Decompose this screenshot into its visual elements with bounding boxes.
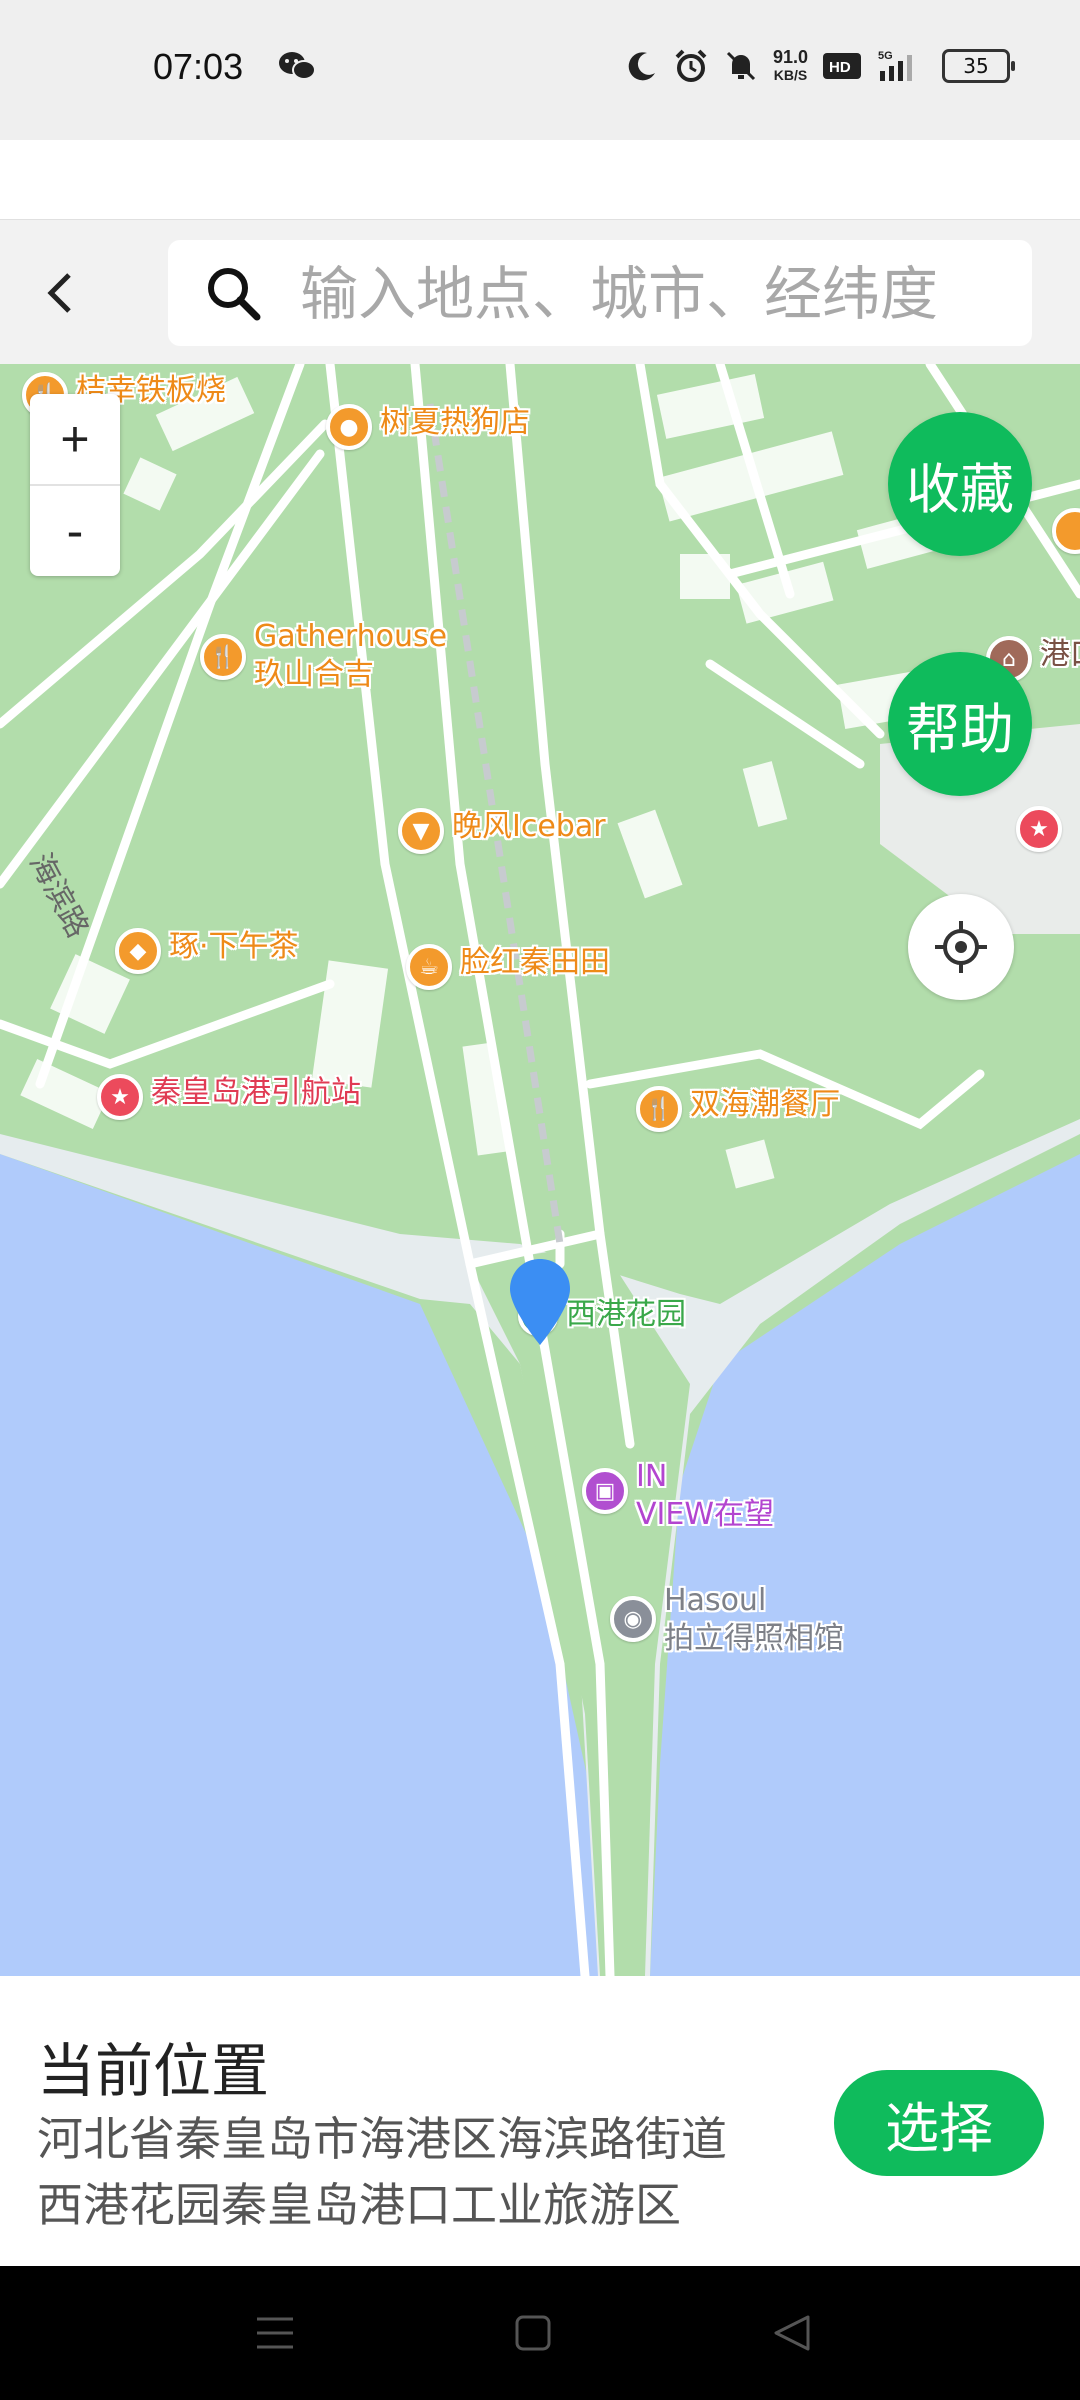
camera-icon: ◉ xyxy=(610,1596,656,1642)
back-button[interactable] xyxy=(30,255,90,331)
coffee-icon: ☕ xyxy=(406,944,452,990)
menu-button[interactable] xyxy=(245,2306,305,2360)
status-bar: 07:03 91.0 KB/S HD 5G 35 xyxy=(0,0,1080,140)
restaurant-icon: 🍴 xyxy=(200,634,246,680)
select-button[interactable]: 选择 xyxy=(834,2070,1044,2176)
svg-text:HD: HD xyxy=(829,59,851,76)
battery-icon: 35 xyxy=(942,49,1015,83)
poi-right-edge[interactable]: ★ xyxy=(1016,806,1062,852)
back-triangle-icon xyxy=(774,2315,810,2351)
poi-right-edge-orange[interactable] xyxy=(1052,508,1080,554)
poi-gatherhouse[interactable]: 🍴 Gatherhouse 玖山合吉 xyxy=(200,618,447,694)
zoom-in-button[interactable]: + xyxy=(30,394,120,486)
moon-icon xyxy=(628,52,655,81)
wechat-icon xyxy=(279,52,316,80)
zoom-out-button[interactable]: - xyxy=(30,486,120,576)
poi-hasoul[interactable]: ◉ Hasoul 拍立得照相馆 xyxy=(610,1582,844,1658)
poi-hotdog[interactable]: ● 树夏热狗店 xyxy=(326,404,530,450)
menu-icon xyxy=(257,2317,293,2349)
help-button[interactable]: 帮助 xyxy=(888,652,1032,796)
locate-button[interactable] xyxy=(908,894,1014,1000)
home-icon xyxy=(515,2315,551,2351)
poi-pilot-station[interactable]: ★ 秦皇岛港引航站 xyxy=(97,1074,361,1120)
icecream-icon: ▼ xyxy=(398,808,444,854)
status-icons: 91.0 KB/S HD 5G 35 xyxy=(625,44,1015,88)
system-nav-bar xyxy=(0,2266,1080,2400)
poi-lianhong[interactable]: ☕ 脸红秦田田 xyxy=(406,944,610,990)
svg-text:5G: 5G xyxy=(878,50,893,62)
home-button[interactable] xyxy=(503,2306,563,2360)
mute-icon xyxy=(726,51,756,81)
map-background xyxy=(0,364,1080,1976)
search-icon xyxy=(208,268,261,321)
crosshair-icon xyxy=(935,921,987,973)
poi-shuanghai[interactable]: 🍴 双海潮餐厅 xyxy=(636,1086,840,1132)
shop-icon: ▣ xyxy=(582,1468,628,1514)
search-box[interactable] xyxy=(168,240,1032,346)
signal-icon: 5G xyxy=(878,50,912,81)
current-location-title: 当前位置 xyxy=(37,2037,270,2105)
location-panel: 当前位置 河北省秦皇岛市海港区海滨路街道 西港花园秦皇岛港口工业旅游区 选择 xyxy=(0,1976,1080,2266)
zoom-control: + - xyxy=(30,394,120,576)
favorite-button[interactable]: 收藏 xyxy=(888,412,1032,556)
burger-icon: ● xyxy=(326,404,372,450)
status-time: 07:03 xyxy=(153,46,244,87)
poi-inview[interactable]: ▣ IN VIEW在望 xyxy=(582,1458,774,1534)
alarm-icon xyxy=(675,49,707,82)
map-view[interactable]: 🍴 桔幸铁板烧 ● 树夏热狗店 🍴 Gatherhouse玖山合吉 ▼ 晚风Ic… xyxy=(0,364,1080,1976)
hd-icon: HD xyxy=(823,53,861,79)
search-header xyxy=(0,219,1080,365)
restaurant-icon xyxy=(1052,508,1080,554)
current-address: 河北省秦皇岛市海港区海滨路街道 西港花园秦皇岛港口工业旅游区 xyxy=(37,2112,727,2232)
poi-afternoon-tea[interactable]: ◆ 琢·下午茶 xyxy=(115,928,299,974)
restaurant-icon: 🍴 xyxy=(636,1086,682,1132)
cake-icon: ◆ xyxy=(115,928,161,974)
location-pin-icon xyxy=(510,1259,570,1345)
back-nav-button[interactable] xyxy=(762,2306,822,2360)
chevron-left-icon xyxy=(47,273,71,313)
star-icon: ★ xyxy=(1016,806,1062,852)
poi-icebar[interactable]: ▼ 晚风Icebar xyxy=(398,808,606,854)
search-input[interactable] xyxy=(298,254,1002,334)
net-speed: 91.0 KB/S xyxy=(772,47,808,83)
star-icon: ★ xyxy=(97,1074,143,1120)
